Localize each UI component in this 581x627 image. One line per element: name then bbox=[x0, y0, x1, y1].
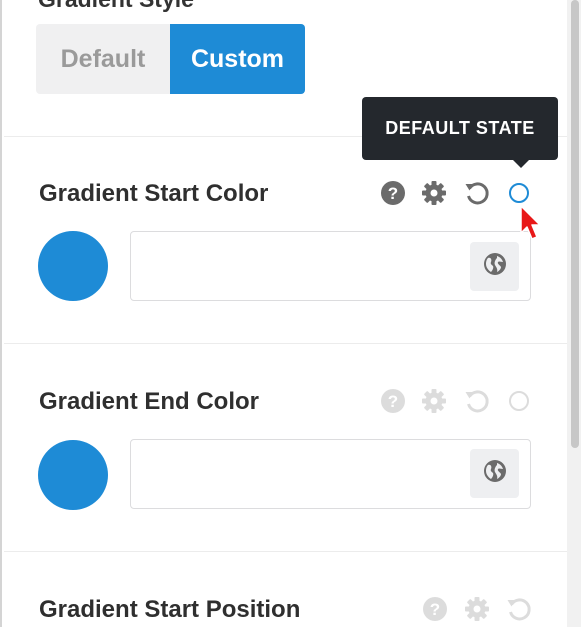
gear-icon[interactable] bbox=[464, 596, 490, 622]
gradient-start-color-label: Gradient Start Color bbox=[39, 180, 269, 207]
settings-panel: Gradient Style Default Custom Gradient S… bbox=[0, 0, 567, 627]
gradient-start-color-actions: ? bbox=[380, 180, 540, 208]
reset-icon[interactable] bbox=[464, 388, 490, 414]
scrollbar-thumb[interactable] bbox=[571, 0, 579, 448]
global-color-button[interactable] bbox=[470, 242, 519, 291]
mouse-pointer-icon bbox=[520, 205, 542, 248]
help-icon[interactable]: ? bbox=[422, 596, 448, 622]
gradient-end-color-label: Gradient End Color bbox=[39, 388, 260, 415]
reset-icon[interactable] bbox=[464, 180, 490, 206]
gradient-end-color-swatch[interactable] bbox=[38, 440, 108, 510]
section-header-label: Gradient Style bbox=[38, 0, 194, 13]
section-divider bbox=[4, 343, 567, 344]
toggle-custom-button[interactable]: Custom bbox=[170, 24, 305, 94]
reset-icon[interactable] bbox=[506, 596, 532, 622]
section-divider bbox=[4, 551, 567, 552]
gear-icon[interactable] bbox=[421, 388, 447, 414]
gradient-start-color-swatch[interactable] bbox=[38, 231, 108, 301]
state-circle-icon[interactable] bbox=[506, 180, 532, 206]
gradient-end-color-actions: ? bbox=[380, 388, 540, 416]
help-icon[interactable]: ? bbox=[380, 388, 406, 414]
globe-icon bbox=[483, 459, 507, 488]
gradient-start-position-actions: ? bbox=[380, 596, 540, 624]
tooltip-arrow bbox=[513, 160, 529, 168]
globe-icon bbox=[483, 252, 507, 281]
style-toggle: Default Custom bbox=[36, 24, 305, 94]
state-circle-icon[interactable] bbox=[506, 388, 532, 414]
svg-text:?: ? bbox=[388, 184, 398, 203]
svg-text:?: ? bbox=[388, 392, 398, 411]
global-color-button[interactable] bbox=[470, 449, 519, 498]
svg-text:?: ? bbox=[430, 600, 440, 619]
toggle-default-button[interactable]: Default bbox=[36, 24, 170, 94]
gear-icon[interactable] bbox=[421, 180, 447, 206]
default-state-tooltip: DEFAULT STATE bbox=[362, 97, 558, 160]
gradient-start-position-label: Gradient Start Position bbox=[39, 596, 301, 623]
help-icon[interactable]: ? bbox=[380, 180, 406, 206]
